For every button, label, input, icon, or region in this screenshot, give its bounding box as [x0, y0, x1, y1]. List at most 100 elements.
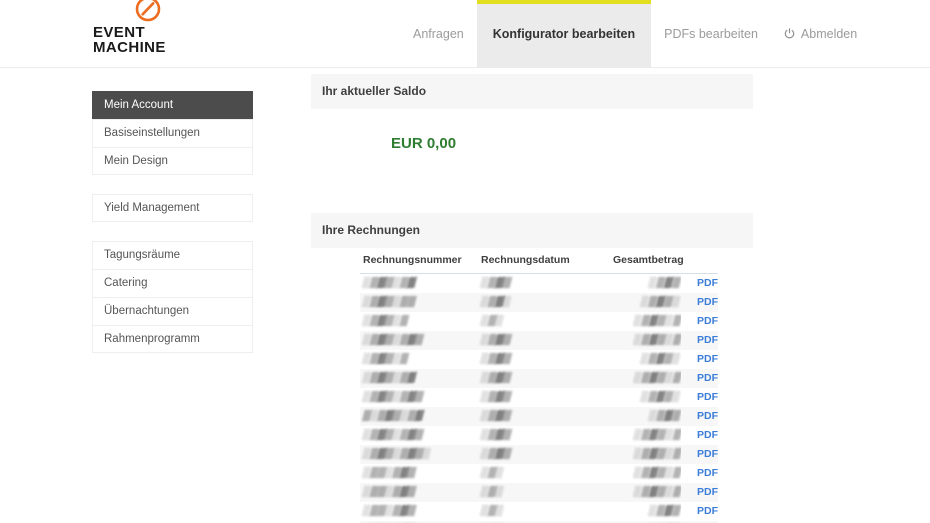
- circle-slash-logo-icon: [133, 0, 163, 24]
- pdf-download-link[interactable]: PDF: [697, 391, 718, 403]
- brand-logo-block[interactable]: EVENT MACHINE: [93, 0, 268, 68]
- cell-pdf-link: PDF: [681, 312, 718, 331]
- app-root: EVENT MACHINE Anfragen Konfigurator bear…: [0, 0, 930, 523]
- cell-rechnungsnummer: ░▒▓▒░▒▓: [360, 369, 478, 388]
- cell-rechnungsdatum-value: ░▒▓▒: [479, 353, 513, 365]
- sidebar-item-mein-account[interactable]: Mein Account: [92, 91, 253, 119]
- sidebar-item-basiseinstellungen[interactable]: Basiseinstellungen: [92, 119, 253, 147]
- cell-rechnungsnummer-value: ░▒▒░▒▓▒: [361, 467, 417, 479]
- pdf-download-link[interactable]: PDF: [697, 315, 718, 327]
- cell-gesamtbetrag-value: ░▒▓▒░▒: [632, 467, 681, 479]
- pdf-download-link[interactable]: PDF: [697, 353, 718, 365]
- cell-gesamtbetrag: ░▒▓▒░▒: [613, 483, 681, 502]
- pdf-download-link[interactable]: PDF: [697, 296, 718, 308]
- cell-gesamtbetrag-value: ░▒▓▒░: [640, 296, 681, 308]
- cell-rechnungsdatum: ░▒▓▒: [478, 426, 613, 445]
- table-row: ░▒▓▒░▒▓▒░ ░▒▓▒ ░▒▓▒░▒ PDF: [360, 444, 719, 464]
- invoices-panel: Ihre Rechnungen Rechnungsnummer Rechnung…: [311, 213, 753, 523]
- cell-rechnungsdatum-value: ░▒▓▒: [479, 410, 513, 422]
- nav-item-konfigurator-bearbeiten[interactable]: Konfigurator bearbeiten: [476, 0, 652, 68]
- nav-item-pdfs-bearbeiten[interactable]: PDFs bearbeiten: [651, 0, 771, 68]
- cell-gesamtbetrag: ░▒▓▒░▒: [613, 312, 681, 331]
- cell-gesamtbetrag-value: ░▒▓▒░▒: [632, 334, 681, 346]
- cell-rechnungsdatum: ░▒▓▒: [478, 407, 613, 426]
- cell-rechnungsnummer: ░▒▓▒░▒: [360, 312, 478, 331]
- table-row: ▒░▒▓▒░▒▓ ░▒▓▒ ░▒▓▒ PDF: [360, 406, 719, 426]
- cell-rechnungsdatum: ░▒▓▒: [478, 445, 613, 464]
- pdf-download-link[interactable]: PDF: [697, 486, 718, 498]
- pdf-download-link[interactable]: PDF: [697, 334, 718, 346]
- sidebar-item-catering[interactable]: Catering: [92, 269, 253, 297]
- cell-rechnungsdatum-value: ░▒▓▒: [479, 334, 513, 346]
- cell-gesamtbetrag: ░▒▓▒░▒: [613, 331, 681, 350]
- main-navigation: Anfragen Konfigurator bearbeiten PDFs be…: [400, 0, 870, 68]
- cell-gesamtbetrag: ░▒▓▒: [613, 274, 681, 293]
- pdf-download-link[interactable]: PDF: [697, 277, 718, 289]
- cell-rechnungsdatum: ░▒▓▒: [478, 369, 613, 388]
- cell-gesamtbetrag-value: ░▒▓▒░▒: [632, 315, 681, 327]
- table-row: ░▒▓▒░▒▓▒ ░▒▓▒ ░▒▓▒░ PDF: [360, 387, 719, 407]
- cell-rechnungsnummer: ░▒▒░▒▓▒: [360, 464, 478, 483]
- panel-spacer: [311, 187, 753, 213]
- table-row: ░▒▓▒░▒▓▒ ░▒▓▒ ░▒▓▒░▒ PDF: [360, 330, 719, 350]
- sidebar-item-rahmenprogramm[interactable]: Rahmenprogramm: [92, 325, 253, 353]
- sidebar-label-tagungsraeume: Tagungsräume: [104, 249, 181, 261]
- cell-rechnungsnummer-value: ░▒▓▒░▒▓▒: [361, 391, 425, 403]
- cell-rechnungsnummer: ░▒▒░▒▓▒: [360, 502, 478, 521]
- table-row: ░▒▒░▒▓▒ ░▒░ ░▒▓▒░▒ PDF: [360, 463, 719, 483]
- cell-pdf-link: PDF: [681, 350, 718, 369]
- cell-rechnungsnummer-value: ░▒▒░▒▓▒: [361, 486, 417, 498]
- sidebar-item-uebernachtungen[interactable]: Übernachtungen: [92, 297, 253, 325]
- pdf-download-link[interactable]: PDF: [697, 448, 718, 460]
- nav-label-konfigurator-bearbeiten: Konfigurator bearbeiten: [492, 27, 636, 41]
- power-icon: [784, 28, 795, 42]
- pdf-download-link[interactable]: PDF: [697, 372, 718, 384]
- cell-pdf-link: PDF: [681, 274, 718, 293]
- column-header-rechnungsdatum: Rechnungsdatum: [478, 248, 613, 274]
- sidebar-item-tagungsraeume[interactable]: Tagungsräume: [92, 241, 253, 269]
- cell-rechnungsnummer-value: ░▒▓▒░▒: [361, 315, 410, 327]
- balance-panel-body: EUR 0,00: [311, 109, 753, 187]
- cell-pdf-link: PDF: [681, 483, 718, 502]
- cell-pdf-link: PDF: [681, 369, 718, 388]
- nav-item-abmelden[interactable]: Abmelden: [771, 0, 870, 68]
- table-row: ░▒▒░▒▓▒ ░▒░ ░▒▓▒░▒ PDF: [360, 482, 719, 502]
- nav-item-anfragen[interactable]: Anfragen: [400, 0, 477, 68]
- cell-pdf-link: PDF: [681, 464, 718, 483]
- balance-panel-title: Ihr aktueller Saldo: [311, 74, 753, 109]
- cell-rechnungsnummer-value: ░▒▓▒░▒▓: [361, 277, 417, 289]
- cell-rechnungsdatum-value: ░▒▓▒: [479, 429, 513, 441]
- cell-rechnungsnummer: ░▒▓▒░▒▓▒: [360, 426, 478, 445]
- column-header-rechnungsnummer: Rechnungsnummer: [360, 248, 478, 274]
- pdf-download-link[interactable]: PDF: [697, 410, 718, 422]
- cell-rechnungsdatum-value: ░▒░: [479, 467, 505, 479]
- cell-gesamtbetrag: ░▒▓▒: [613, 502, 681, 521]
- brand-name: EVENT MACHINE: [93, 25, 268, 55]
- table-row: ░▒▓▒░▒▓▒ ░▒▓▒ ░▒▓▒░▒ PDF: [360, 425, 719, 445]
- cell-rechnungsdatum-value: ░▒▓▒: [479, 448, 513, 460]
- cell-rechnungsnummer-value: ░▒▓▒░▒▓▒: [361, 334, 425, 346]
- main-content: Ihr aktueller Saldo EUR 0,00 Ihre Rechnu…: [311, 74, 753, 523]
- table-row: ░▒▓▒░▒▓ ░▒▓▒ ░▒▓▒░▒ PDF: [360, 368, 719, 388]
- cell-rechnungsnummer-value: ░▒▓▒░▒▓: [361, 372, 417, 384]
- invoices-panel-title: Ihre Rechnungen: [311, 213, 753, 248]
- cell-pdf-link: PDF: [681, 293, 718, 312]
- table-row: ░▒▓▒░▒ ░▒▓▒ ░▒▓▒░ PDF: [360, 349, 719, 369]
- sidebar-label-rahmenprogramm: Rahmenprogramm: [104, 333, 200, 345]
- sidebar-group-account: Mein Account Basiseinstellungen Mein Des…: [92, 91, 253, 175]
- cell-gesamtbetrag-value: ░▒▓▒: [648, 505, 681, 517]
- pdf-download-link[interactable]: PDF: [697, 467, 718, 479]
- pdf-download-link[interactable]: PDF: [697, 429, 718, 441]
- sidebar-label-mein-account: Mein Account: [104, 99, 174, 111]
- cell-gesamtbetrag-value: ░▒▓▒░: [640, 353, 681, 365]
- sidebar-item-yield-management[interactable]: Yield Management: [92, 194, 253, 222]
- sidebar-label-uebernachtungen: Übernachtungen: [104, 305, 190, 317]
- sidebar-item-mein-design[interactable]: Mein Design: [92, 147, 253, 175]
- cell-rechnungsdatum: ░▒░: [478, 502, 613, 521]
- balance-panel: Ihr aktueller Saldo EUR 0,00: [311, 74, 753, 187]
- cell-rechnungsdatum: ░▒▓▒: [478, 350, 613, 369]
- cell-rechnungsnummer-value: ▒░▒▓▒░▒▓: [361, 410, 425, 422]
- pdf-download-link[interactable]: PDF: [697, 505, 718, 517]
- cell-gesamtbetrag: ░▒▓▒: [613, 407, 681, 426]
- cell-gesamtbetrag: ░▒▓▒░: [613, 388, 681, 407]
